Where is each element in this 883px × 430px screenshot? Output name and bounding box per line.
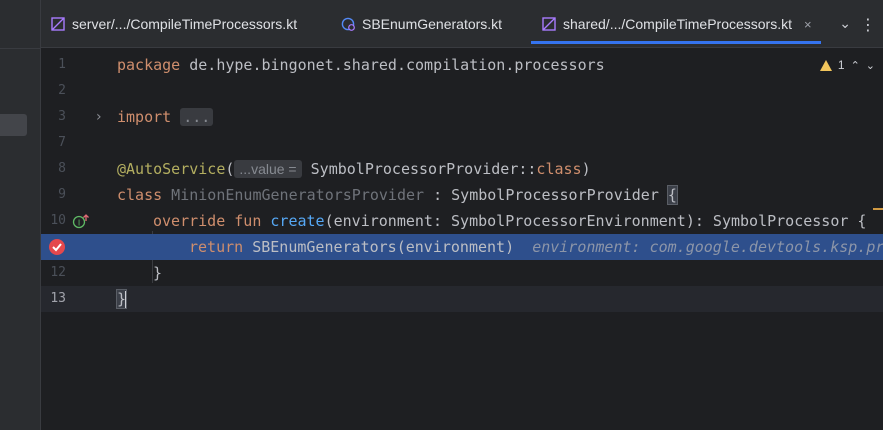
tab-label: SBEnumGenerators.kt <box>362 16 503 32</box>
inspection-widget[interactable]: 1 ⌃ ⌄ <box>819 52 883 78</box>
code-line-current: 13 } <box>41 286 883 312</box>
tab-label: server/.../CompileTimeProcessors.kt <box>72 16 298 32</box>
code-text: package de.hype.bingonet.shared.compilat… <box>117 56 605 74</box>
close-icon[interactable]: × <box>804 17 812 32</box>
line-number: 10 <box>50 213 66 228</box>
line-number: 9 <box>58 187 66 202</box>
parameter-hint: ...value = <box>234 160 302 178</box>
code-line-execution-point: return SBEnumGenerators(environment) env… <box>41 234 883 260</box>
code-text: class MinionEnumGeneratorsProvider : Sym… <box>117 185 678 205</box>
folded-imports[interactable]: ... <box>180 108 214 126</box>
code-editor[interactable]: 1 package de.hype.bingonet.shared.compil… <box>41 49 883 430</box>
line-number: 8 <box>58 161 66 176</box>
code-text: override fun create(environment: SymbolP… <box>153 212 867 230</box>
code-line: 12 } <box>41 260 883 286</box>
kotlin-class-icon <box>341 17 355 31</box>
line-number: 12 <box>50 265 66 280</box>
line-number: 3 <box>58 109 66 124</box>
chevron-down-icon[interactable]: ⌄ <box>866 59 875 72</box>
line-number: 7 <box>58 135 66 150</box>
code-text: } <box>153 264 163 282</box>
error-stripe-mark[interactable] <box>873 208 883 210</box>
tab-sb-enum-generators[interactable]: SBEnumGenerators.kt <box>341 0 502 48</box>
tab-shared-compile-time-processors[interactable]: shared/.../CompileTimeProcessors.kt × <box>531 0 821 48</box>
code-line: 10 I override fun create(environment: Sy… <box>41 208 883 234</box>
svg-text:I: I <box>78 219 80 228</box>
tab-label: shared/.../CompileTimeProcessors.kt <box>563 16 792 32</box>
code-line: 7 <box>41 130 883 156</box>
tool-window-strip <box>0 0 40 430</box>
code-line: 9 class MinionEnumGeneratorsProvider : S… <box>41 182 883 208</box>
code-text: import ... <box>117 104 214 130</box>
strip-separator <box>0 48 40 49</box>
tab-server-compile-time-processors[interactable]: server/.../CompileTimeProcessors.kt <box>51 0 297 48</box>
line-number: 13 <box>50 291 66 306</box>
line-number: 2 <box>58 83 66 98</box>
warning-icon <box>819 59 832 71</box>
code-line: 1 package de.hype.bingonet.shared.compil… <box>41 52 883 78</box>
debug-inline-value: environment: com.google.devtools.ksp.pr <box>532 238 883 256</box>
implementing-method-icon[interactable]: I <box>72 213 90 229</box>
line-number: 1 <box>58 57 66 72</box>
code-line: 8 @AutoService(...value = SymbolProcesso… <box>41 156 883 182</box>
warning-count: 1 <box>837 58 845 72</box>
tool-window-selected-item[interactable] <box>0 114 27 136</box>
matched-brace: { <box>666 185 678 205</box>
code-text: return SBEnumGenerators(environment) env… <box>189 238 883 256</box>
code-text: } <box>115 286 128 312</box>
code-line: 3 › import ... <box>41 104 883 130</box>
kotlin-file-icon <box>51 17 65 31</box>
chevron-up-icon[interactable]: ⌃ <box>851 59 860 72</box>
kotlin-file-icon <box>542 17 556 31</box>
text-cursor <box>125 290 127 309</box>
code-text: @AutoService(...value = SymbolProcessorP… <box>117 160 591 178</box>
breakpoint-icon[interactable] <box>48 238 66 256</box>
chevron-down-icon[interactable]: ⌄ <box>839 0 851 48</box>
more-options-icon[interactable]: ⋮ <box>860 0 877 48</box>
code-line: 2 <box>41 78 883 104</box>
fold-expand-icon[interactable]: › <box>96 104 102 130</box>
editor-tab-bar: server/.../CompileTimeProcessors.kt SBEn… <box>41 0 883 48</box>
